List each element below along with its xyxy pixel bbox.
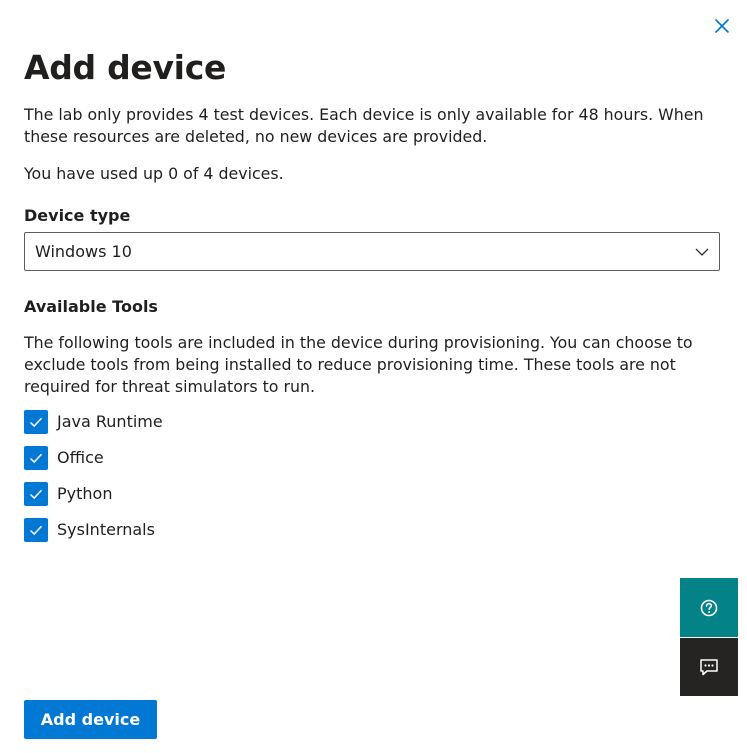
checkmark-icon — [29, 417, 43, 428]
help-button[interactable] — [680, 578, 738, 637]
checkbox-box[interactable] — [24, 518, 48, 542]
close-button[interactable] — [711, 15, 733, 37]
checkmark-icon — [29, 489, 43, 500]
checkbox-box[interactable] — [24, 482, 48, 506]
checkbox-label: Python — [57, 484, 113, 503]
available-tools-label: Available Tools — [24, 297, 158, 316]
device-type-selected-value: Windows 10 — [35, 242, 132, 261]
tool-checkbox-python[interactable]: Python — [24, 482, 112, 506]
checkbox-label: Java Runtime — [57, 412, 163, 431]
usage-text: You have used up 0 of 4 devices. — [24, 164, 284, 183]
checkbox-label: SysInternals — [57, 520, 155, 539]
checkmark-icon — [29, 525, 43, 536]
panel-title: Add device — [24, 48, 227, 87]
tool-checkbox-java-runtime[interactable]: Java Runtime — [24, 410, 163, 434]
intro-text: The lab only provides 4 test devices. Ea… — [24, 105, 704, 146]
feedback-button[interactable] — [680, 638, 738, 696]
tools-description: The following tools are included in the … — [24, 333, 693, 396]
feedback-icon — [700, 659, 718, 676]
checkmark-icon — [29, 453, 43, 464]
checkbox-box[interactable] — [24, 446, 48, 470]
checkbox-box[interactable] — [24, 410, 48, 434]
tool-checkbox-sysinternals[interactable]: SysInternals — [24, 518, 155, 542]
tool-checkbox-office[interactable]: Office — [24, 446, 104, 470]
device-type-dropdown[interactable]: Windows 10 — [24, 232, 720, 271]
checkbox-label: Office — [57, 448, 104, 467]
chevron-down-icon — [695, 248, 709, 256]
add-device-button[interactable]: Add device — [24, 700, 157, 739]
close-icon — [714, 18, 730, 34]
device-type-label: Device type — [24, 206, 131, 225]
add-device-panel: Add device The lab only provides 4 test … — [0, 0, 747, 753]
help-circle-icon — [700, 599, 718, 616]
